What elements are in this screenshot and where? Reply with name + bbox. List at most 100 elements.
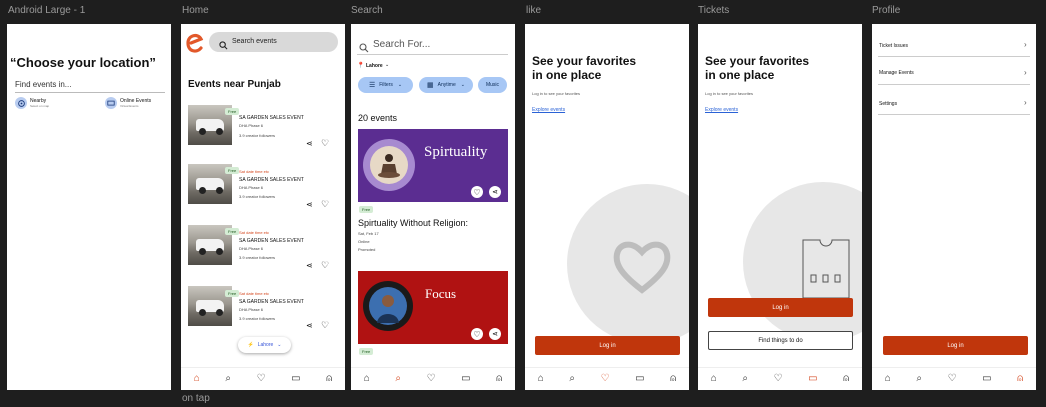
share-icon[interactable]: ⋖: [489, 186, 501, 198]
heart-icon[interactable]: ♡: [601, 374, 610, 384]
heart-icon[interactable]: ♡: [321, 320, 329, 331]
bottom-nav: ⌂ ⌕ ♡ ▭ ⍝: [351, 367, 515, 390]
banner-title: Spirtuality: [424, 144, 488, 160]
anytime-chip[interactable]: ▦ Anytime ⌄: [419, 77, 473, 93]
search-input[interactable]: Search For...: [373, 39, 430, 50]
share-icon[interactable]: ⋖: [306, 200, 313, 209]
login-button[interactable]: Log in: [883, 336, 1028, 355]
event-place: DHA Phase 6: [239, 246, 264, 251]
heart-icon[interactable]: ♡: [427, 374, 436, 384]
menu-divider: [878, 84, 1030, 85]
event-date: Sat date time etc: [239, 291, 270, 296]
chevron-down-icon: ⌄: [460, 82, 465, 88]
share-icon[interactable]: ⋖: [306, 321, 313, 330]
menu-divider: [878, 114, 1030, 115]
favorites-title-2: in one place: [532, 68, 602, 82]
event-title[interactable]: SA GARDEN SALES EVENT: [239, 299, 304, 305]
heart-icon[interactable]: ♡: [257, 374, 266, 384]
home-icon[interactable]: ⌂: [364, 374, 370, 384]
explore-events-link[interactable]: Explore events: [532, 107, 565, 113]
event-title[interactable]: SA GARDEN SALES EVENT: [239, 177, 304, 183]
filters-chip[interactable]: ☰ Filters ⌄: [358, 77, 413, 93]
location-pin-icon: 📍: [357, 63, 365, 69]
explore-events-link[interactable]: Explore events: [705, 107, 738, 113]
location-pill[interactable]: ⚡ Lahore ⌄: [238, 337, 291, 353]
search-icon[interactable]: ⌕: [395, 374, 401, 384]
meditation-photo: [370, 146, 408, 184]
tickets-frame: See your favorites in one place Log in t…: [698, 24, 862, 390]
find-things-button[interactable]: Find things to do: [708, 331, 853, 350]
ticket-icon[interactable]: ▭: [808, 374, 817, 384]
location-frame: “Choose your location” Find events in...…: [7, 24, 171, 390]
profile-icon[interactable]: ⍝: [1017, 374, 1023, 384]
chevron-right-icon: ›: [1024, 68, 1027, 77]
event-banner-spirituality[interactable]: Spirtuality ♡ ⋖: [358, 129, 508, 202]
ticket-illustration-icon: [801, 238, 851, 300]
profile-icon[interactable]: ⍝: [496, 374, 502, 384]
free-badge: Free: [225, 290, 240, 297]
heart-icon[interactable]: ♡: [471, 186, 483, 198]
heart-icon[interactable]: ♡: [321, 260, 329, 271]
event-followers: 3.9 creator followers: [239, 194, 276, 199]
share-icon[interactable]: ⋖: [306, 139, 313, 148]
event-date: Sat, Feb 17: [358, 231, 379, 236]
frame-label-home: Home: [182, 5, 209, 16]
search-icon[interactable]: ⌕: [225, 374, 231, 384]
menu-settings[interactable]: Settings: [879, 101, 897, 107]
search-icon[interactable]: ⌕: [742, 374, 748, 384]
menu-ticket-issues[interactable]: Ticket Issues: [879, 43, 908, 49]
promoted-label: Promoted: [358, 247, 376, 252]
favorites-title-1: See your favorites: [532, 54, 637, 68]
home-icon[interactable]: ⌂: [194, 374, 200, 384]
profile-icon[interactable]: ⍝: [326, 374, 332, 384]
ticket-icon[interactable]: ▭: [461, 374, 470, 384]
chevron-down-icon[interactable]: ⌄: [385, 62, 389, 68]
event-date: Sat date time etc: [239, 230, 270, 235]
free-badge: Free: [225, 228, 240, 235]
heart-icon[interactable]: ♡: [471, 328, 483, 340]
ticket-icon[interactable]: ▭: [291, 374, 300, 384]
calendar-icon: ▦: [427, 82, 434, 89]
online-events-icon[interactable]: [105, 97, 117, 109]
ticket-icon[interactable]: ▭: [635, 374, 644, 384]
search-icon[interactable]: ⌕: [916, 374, 922, 384]
nearby-icon[interactable]: [15, 97, 27, 109]
ticket-icon[interactable]: ▭: [982, 374, 991, 384]
music-chip[interactable]: Music: [478, 77, 507, 93]
home-icon[interactable]: ⌂: [885, 374, 891, 384]
profile-icon[interactable]: ⍝: [843, 374, 849, 384]
event-banner-focus[interactable]: Focus ♡ ⋖: [358, 271, 508, 344]
home-icon[interactable]: ⌂: [711, 374, 717, 384]
event-title[interactable]: SA GARDEN SALES EVENT: [239, 238, 304, 244]
heart-icon[interactable]: ♡: [321, 138, 329, 149]
filters-chip-label: Filters: [379, 82, 393, 88]
event-title[interactable]: Spirtuality Without Religion:: [358, 218, 468, 228]
search-icon[interactable]: ⌕: [569, 374, 575, 384]
heart-icon[interactable]: ♡: [948, 374, 957, 384]
share-icon[interactable]: ⋖: [306, 261, 313, 270]
heart-icon[interactable]: ♡: [321, 199, 329, 210]
login-button[interactable]: Log in: [535, 336, 680, 355]
event-title[interactable]: SA GARDEN SALES EVENT: [239, 115, 304, 121]
profile-frame: Ticket Issues › Manage Events › Settings…: [872, 24, 1036, 390]
event-place: DHA Phase 6: [239, 307, 264, 312]
online-events-sub: Virtual Events: [120, 104, 139, 108]
heart-icon[interactable]: ♡: [774, 374, 783, 384]
search-location[interactable]: Lahore: [366, 63, 383, 69]
chevron-down-icon: ⌄: [397, 82, 403, 88]
chevron-down-icon: ⌄: [277, 342, 282, 348]
profile-icon[interactable]: ⍝: [670, 374, 676, 384]
free-badge: Free: [225, 167, 240, 174]
frame-label-tickets: Tickets: [698, 5, 730, 16]
bottom-nav: ⌂ ⌕ ♡ ▭ ⍝: [181, 367, 345, 390]
share-icon[interactable]: ⋖: [489, 328, 501, 340]
speaker-photo: [369, 287, 407, 325]
login-button[interactable]: Log in: [708, 298, 853, 317]
home-icon[interactable]: ⌂: [538, 374, 544, 384]
search-icon: [219, 37, 228, 50]
menu-manage-events[interactable]: Manage Events: [879, 70, 914, 76]
frame-label-search: Search: [351, 5, 383, 16]
bottom-nav: ⌂ ⌕ ♡ ▭ ⍝: [698, 367, 862, 390]
lightning-icon: ⚡: [247, 342, 254, 348]
home-frame: Search events Events near Punjab Free SA…: [181, 24, 345, 390]
